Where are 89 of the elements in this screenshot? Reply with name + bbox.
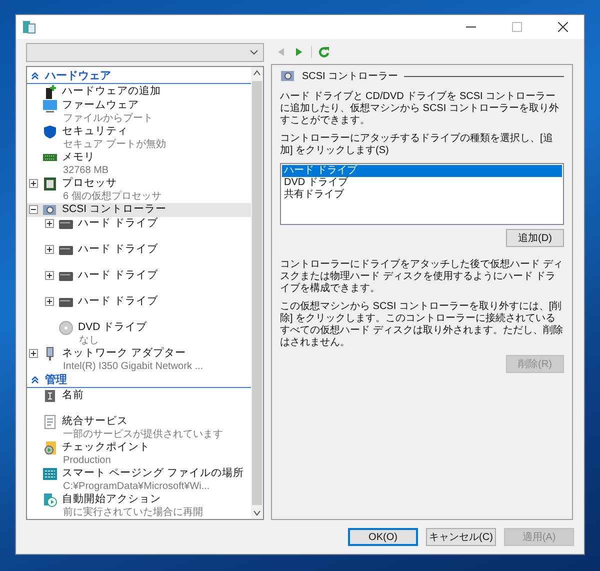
section-header[interactable]: ハードウェア xyxy=(27,69,251,84)
list-option[interactable]: ハード ドライブ xyxy=(282,165,562,177)
tree-item[interactable]: チェックポイント Production xyxy=(27,441,251,467)
item-detail: C:¥ProgramData¥Microsoft¥Wi... xyxy=(62,480,211,493)
tree-item[interactable]: 自動開始アクション 前に実行されていた場合に再開 xyxy=(27,493,251,519)
item-label: ハードウェアの追加 xyxy=(62,85,161,98)
play-document-icon xyxy=(42,493,58,506)
add-button[interactable]: 追加(D) xyxy=(506,229,564,247)
item-label: 統合サービス xyxy=(62,415,128,428)
expand-icon[interactable] xyxy=(45,297,54,306)
note-text: コントローラーにドライブをアタッチした後で仮想ハード ディスクまたは物理ハード ディスクを使用するようにハード ドライブを構成できます。 xyxy=(280,259,564,295)
controller-icon xyxy=(280,69,296,83)
expand-icon[interactable] xyxy=(29,349,38,358)
hard-drive-icon xyxy=(58,269,74,282)
collapse-icon xyxy=(31,72,39,80)
scroll-thumb[interactable] xyxy=(252,81,262,505)
list-option[interactable]: 共有ドライブ xyxy=(282,189,562,201)
paging-file-icon xyxy=(42,467,58,480)
name-tag-icon xyxy=(42,389,58,402)
hard-drive-icon xyxy=(58,295,74,308)
close-button[interactable] xyxy=(558,22,568,32)
item-label: 名前 xyxy=(62,389,84,402)
tree-item[interactable]: 名前 xyxy=(27,389,251,415)
item-label: プロセッサ xyxy=(62,177,117,190)
hard-drive-icon xyxy=(58,217,74,230)
tree-item[interactable]: ハード ドライブ xyxy=(27,243,251,269)
tree-item[interactable]: ファームウェア ファイルからブート xyxy=(27,99,251,125)
item-detail: 32768 MB xyxy=(62,164,110,177)
item-label: ハード ドライブ xyxy=(78,295,158,308)
remove-description: この仮想マシンから SCSI コントローラーを取り外すには、[削除] をクリックします。このコントローラーに接続されているすべての仮想ハード ディスクは取り外されます。ただし、削除はされません。 xyxy=(280,301,564,349)
app-icon xyxy=(22,20,36,34)
monitor-icon xyxy=(42,99,58,112)
tree-item[interactable]: メモリ 32768 MB xyxy=(27,151,251,177)
tree-item[interactable]: ハード ドライブ xyxy=(27,295,251,321)
section-title: ハードウェア xyxy=(45,69,111,83)
caret-icon xyxy=(250,50,258,55)
item-label: ハード ドライブ xyxy=(78,217,158,230)
item-label: ネットワーク アダプター xyxy=(62,347,186,360)
expand-icon[interactable] xyxy=(45,245,54,254)
item-detail: 6 個の仮想プロセッサ xyxy=(62,190,162,203)
item-label: メモリ xyxy=(62,151,95,164)
tree-item[interactable]: ネットワーク アダプター Intel(R) I350 Gigabit Network ... xyxy=(27,347,251,373)
controller-icon xyxy=(42,203,58,216)
expand-icon[interactable] xyxy=(45,219,54,228)
hard-drive-icon xyxy=(58,243,74,256)
item-label: ファームウェア xyxy=(62,99,139,112)
section-title: 管理 xyxy=(45,373,67,387)
tree-item[interactable]: SCSI コントローラー xyxy=(27,203,251,217)
item-label: DVD ドライブ xyxy=(78,321,148,334)
tree-item[interactable]: セキュリティ セキュア ブートが無効 xyxy=(27,125,251,151)
cancel-button[interactable]: キャンセル(C) xyxy=(426,528,496,546)
section-header[interactable]: 管理 xyxy=(27,373,251,388)
collapse-icon[interactable] xyxy=(29,205,38,214)
tree-item[interactable]: ハード ドライブ xyxy=(27,217,251,243)
tree-item[interactable]: 統合サービス 一部のサービスが提供されています xyxy=(27,415,251,441)
item-detail: 前に実行されていた場合に再開 xyxy=(62,506,204,519)
item-label: セキュリティ xyxy=(62,125,128,138)
item-detail: 一部のサービスが提供されています xyxy=(62,428,224,441)
tree-item[interactable]: プロセッサ 6 個の仮想プロセッサ xyxy=(27,177,251,203)
checkpoint-icon xyxy=(42,441,58,454)
ok-button[interactable]: OK(O) xyxy=(348,528,418,546)
tree-item[interactable]: スマート ページング ファイルの場所 C:¥ProgramData¥Microsoft¥Wi... xyxy=(27,467,251,493)
item-label: チェックポイント xyxy=(62,441,150,454)
item-label: 自動開始アクション xyxy=(62,493,161,506)
tree-item[interactable]: ハードウェアの追加 xyxy=(27,85,251,99)
item-label: スマート ページング ファイルの場所 xyxy=(62,467,244,480)
shield-icon xyxy=(42,125,58,138)
description-text: ハード ドライブと CD/DVD ドライブを SCSI コントローラーに追加したり、仮想マシンから SCSI コントローラーを取り外すことができます。 xyxy=(280,91,560,127)
refresh-button[interactable] xyxy=(318,46,330,58)
tree-item[interactable]: DVD ドライブ なし xyxy=(27,321,251,347)
item-detail: ファイルからブート xyxy=(62,112,154,125)
group-title: SCSI コントローラー xyxy=(302,70,398,83)
collapse-icon xyxy=(31,376,39,384)
tree-item[interactable]: ハード ドライブ xyxy=(27,269,251,295)
item-detail: Intel(R) I350 Gigabit Network ... xyxy=(62,360,204,373)
item-detail: Production xyxy=(62,454,112,467)
item-label: ハード ドライブ xyxy=(78,269,158,282)
item-label: SCSI コントローラー xyxy=(62,203,166,216)
list-label: コントローラーにアタッチするドライブの種類を選択し、[追加] をクリックします(S) xyxy=(280,133,554,157)
item-detail: セキュア ブートが無効 xyxy=(62,138,167,151)
processor-chip-icon xyxy=(42,177,58,190)
item-detail: なし xyxy=(78,334,100,347)
document-icon xyxy=(42,415,58,428)
item-label: ハード ドライブ xyxy=(78,243,158,256)
expand-icon[interactable] xyxy=(45,271,54,280)
drive-type-list[interactable]: ハード ドライブ DVD ドライブ 共有ドライブ xyxy=(280,163,564,225)
list-option[interactable]: DVD ドライブ xyxy=(282,177,562,189)
expand-icon[interactable] xyxy=(29,179,38,188)
scrollbar[interactable] xyxy=(251,67,263,519)
